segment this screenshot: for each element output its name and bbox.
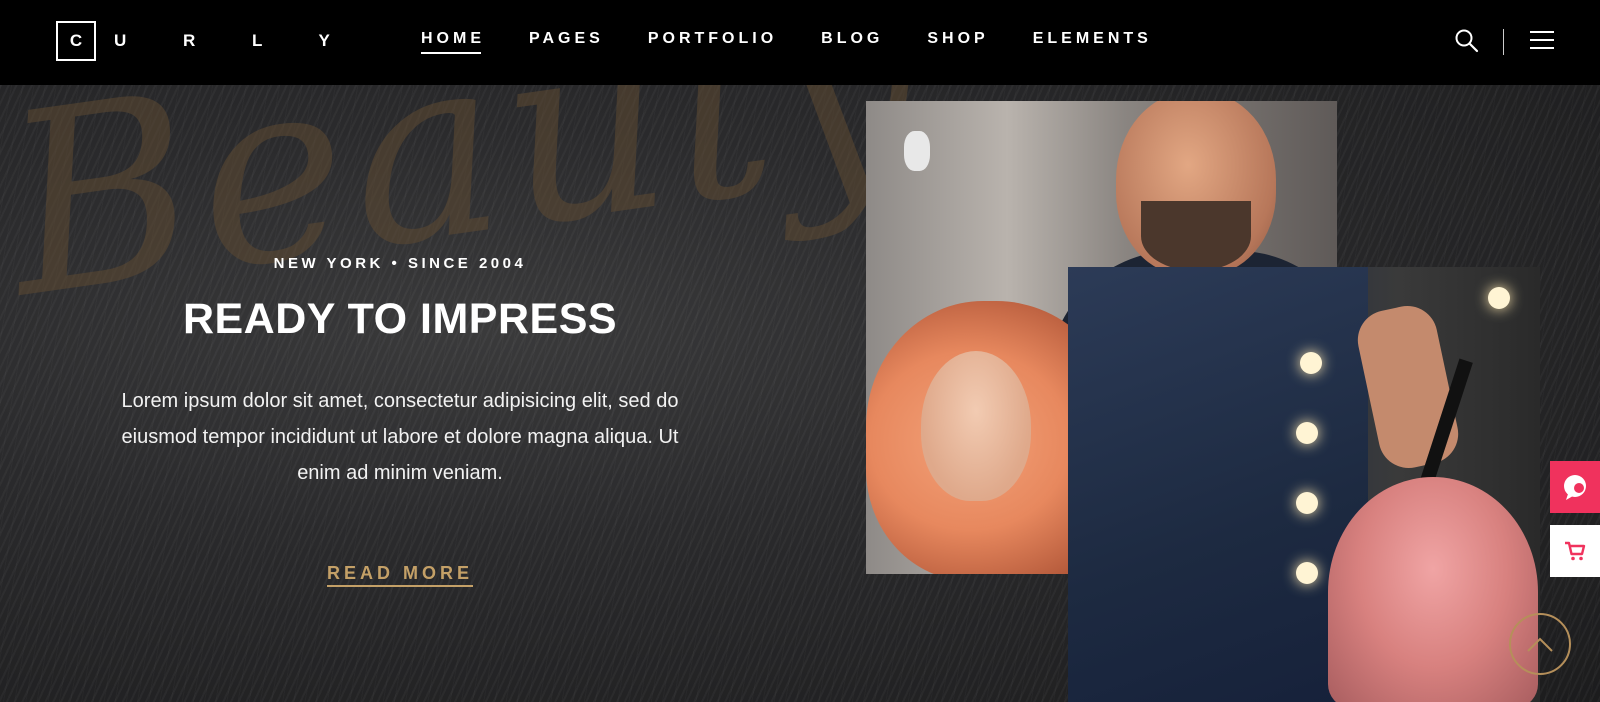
read-more-wrapper: READ MORE (0, 563, 800, 587)
hero-eyebrow: NEW YORK • SINCE 2004 (273, 255, 527, 272)
photo-mirror-bulb (1296, 562, 1318, 584)
photo-stylist-beard (1141, 201, 1251, 271)
hero-title: READY TO IMPRESS (182, 295, 618, 343)
scroll-to-top-button[interactable] (1509, 613, 1571, 675)
hero-description: Lorem ipsum dolor sit amet, consectetur … (121, 390, 679, 484)
photo-client-face (921, 351, 1031, 501)
photo-mirror-bulb (1488, 287, 1510, 309)
header-divider (1503, 29, 1504, 55)
main-nav: HOME PAGES PORTFOLIO BLOG SHOP ELEMENTS (421, 30, 1196, 54)
side-cart-button[interactable] (1550, 525, 1600, 577)
logo-wordmark: U R L Y (114, 31, 356, 50)
search-button[interactable] (1454, 28, 1480, 54)
photo-stylist-jacket (1068, 267, 1368, 702)
hero-photo-hair-styling (1068, 267, 1540, 702)
photo-stylist-arm (1352, 300, 1464, 474)
nav-item-home[interactable]: HOME (421, 30, 485, 54)
hero-section: Beauty NEW YORK • SINCE 2004 READY TO IM… (0, 85, 1600, 702)
photo-mirror-bulb (1296, 422, 1318, 444)
site-logo[interactable]: C U R L Y (56, 21, 356, 61)
nav-item-elements[interactable]: ELEMENTS (1033, 30, 1152, 54)
photo-mirror-bulb (1296, 492, 1318, 514)
logo-letter-box: C (56, 21, 96, 61)
chevron-up-icon (1527, 637, 1553, 652)
cart-icon (1565, 541, 1586, 561)
site-header: C U R L Y HOME PAGES PORTFOLIO BLOG SHOP… (0, 0, 1600, 85)
side-chat-button[interactable] (1550, 461, 1600, 513)
photo-client-pink-hair (1328, 477, 1538, 702)
hamburger-menu-icon (1530, 31, 1554, 33)
read-more-link[interactable]: READ MORE (326, 563, 473, 587)
photo-lamp (904, 131, 930, 171)
hamburger-line (1530, 47, 1554, 49)
chat-bubble-icon (1564, 475, 1586, 500)
nav-item-blog[interactable]: BLOG (821, 30, 883, 54)
search-icon (1455, 29, 1479, 53)
nav-item-shop[interactable]: SHOP (927, 30, 988, 54)
hamburger-line (1530, 39, 1554, 41)
photo-mirror-bulb (1300, 352, 1322, 374)
nav-item-pages[interactable]: PAGES (529, 30, 604, 54)
nav-item-portfolio[interactable]: PORTFOLIO (648, 30, 777, 54)
hamburger-menu-button[interactable] (1530, 31, 1554, 51)
